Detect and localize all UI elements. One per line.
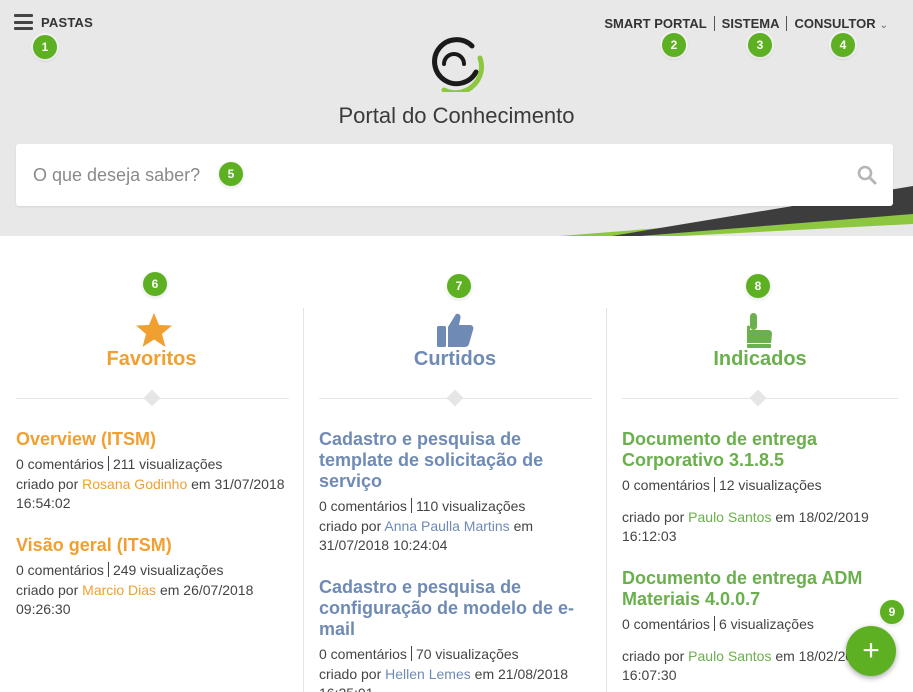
star-icon xyxy=(136,313,172,347)
author-link[interactable]: Hellen Lemes xyxy=(385,666,471,682)
portal-logo xyxy=(432,37,484,92)
comment-count: 0 comentários xyxy=(16,456,104,472)
author-link[interactable]: Marcio Dias xyxy=(82,582,156,598)
item-title-link[interactable]: Visão geral (ITSM) xyxy=(16,535,296,556)
nav-consultor[interactable]: CONSULTOR ⌄ xyxy=(787,16,895,31)
item-title-link[interactable]: Cadastro e pesquisa de configuração de m… xyxy=(319,577,599,640)
stat-separator xyxy=(107,456,109,471)
item-title-link[interactable]: Documento de entrega Corporativo 3.1.8.5 xyxy=(622,429,902,471)
author-link[interactable]: Anna Paulla Martins xyxy=(384,518,509,534)
stat-separator xyxy=(410,498,412,513)
comment-count: 0 comentários xyxy=(16,562,104,578)
list-item: Cadastro e pesquisa de configuração de m… xyxy=(319,577,599,692)
top-navigation: SMART PORTAL SISTEMA CONSULTOR ⌄ xyxy=(597,16,895,31)
liked-title: Curtidos xyxy=(413,348,497,370)
created-by-label: criado por xyxy=(319,666,382,682)
liked-column: Curtidos Cadastro e pesquisa de template… xyxy=(304,236,606,692)
created-by-label: criado por xyxy=(622,509,685,525)
chevron-down-icon: ⌄ xyxy=(879,20,888,31)
item-stats: 0 comentários 12 visualizações xyxy=(622,475,902,495)
step-badge: 7 xyxy=(447,274,471,298)
view-count: 249 visualizações xyxy=(112,562,224,578)
item-author-line: criado por Anna Paulla Martins em 31/07/… xyxy=(319,517,599,555)
recommended-column: Indicados Documento de entrega Corporati… xyxy=(607,236,913,692)
favorites-title: Favoritos xyxy=(106,348,197,370)
step-badge: 3 xyxy=(748,33,772,57)
item-stats: 0 comentários 249 visualizações xyxy=(16,560,296,580)
step-badge: 2 xyxy=(662,33,686,57)
stat-separator xyxy=(410,646,412,661)
item-author-line: criado por Marcio Dias em 26/07/2018 09:… xyxy=(16,581,296,619)
hamburger-icon xyxy=(14,14,33,30)
favorites-column: Favoritos Overview (ITSM) 0 comentários 2… xyxy=(0,236,303,692)
nav-consultor-label: CONSULTOR xyxy=(794,16,876,31)
view-count: 12 visualizações xyxy=(718,477,822,493)
search-box xyxy=(16,144,893,206)
item-title-link[interactable]: Cadastro e pesquisa de template de solic… xyxy=(319,429,599,492)
created-by-label: criado por xyxy=(16,476,79,492)
divider-diamond xyxy=(143,389,161,407)
item-title-link[interactable]: Overview (ITSM) xyxy=(16,429,296,450)
comment-count: 0 comentários xyxy=(622,477,710,493)
folders-menu-button[interactable]: PASTAS xyxy=(14,14,93,30)
created-by-label: criado por xyxy=(16,582,79,598)
item-stats: 0 comentários 110 visualizações xyxy=(319,496,599,516)
stat-separator xyxy=(107,562,109,577)
item-title-link[interactable]: Documento de entrega ADM Materiais 4.0.0… xyxy=(622,568,902,610)
author-link[interactable]: Rosana Godinho xyxy=(82,476,187,492)
item-stats: 0 comentários 70 visualizações xyxy=(319,644,599,664)
search-icon[interactable] xyxy=(857,165,877,185)
step-badge: 8 xyxy=(746,274,770,298)
nav-smart-portal[interactable]: SMART PORTAL xyxy=(597,16,713,31)
portal-title: Portal do Conhecimento xyxy=(338,103,575,128)
thumbs-up-icon xyxy=(437,313,474,347)
list-item: Overview (ITSM) 0 comentários 211 visuali… xyxy=(16,429,296,513)
stat-separator xyxy=(713,616,715,631)
comment-count: 0 comentários xyxy=(319,498,407,514)
view-count: 6 visualizações xyxy=(718,616,814,632)
step-badge: 9 xyxy=(880,600,904,624)
stat-separator xyxy=(713,477,715,492)
nav-sistema[interactable]: SISTEMA xyxy=(715,16,787,31)
view-count: 211 visualizações xyxy=(112,456,223,472)
comment-count: 0 comentários xyxy=(319,646,407,662)
pointing-hand-icon xyxy=(747,313,772,348)
divider-diamond xyxy=(749,389,767,407)
item-author-line: criado por Paulo Santos em 18/02/2019 16… xyxy=(622,508,902,546)
list-item: Visão geral (ITSM) 0 comentários 249 visu… xyxy=(16,535,296,619)
view-count: 110 visualizações xyxy=(415,498,526,514)
list-item: Cadastro e pesquisa de template de solic… xyxy=(319,429,599,555)
item-author-line: criado por Rosana Godinho em 31/07/2018 … xyxy=(16,475,296,513)
list-item: Documento de entrega Corporativo 3.1.8.5… xyxy=(622,429,902,546)
step-badge: 4 xyxy=(831,33,855,57)
comment-count: 0 comentários xyxy=(622,616,710,632)
step-badge: 5 xyxy=(219,162,243,186)
created-by-label: criado por xyxy=(622,648,685,664)
recommended-title: Indicados xyxy=(713,348,807,370)
add-button[interactable]: + xyxy=(846,626,896,676)
view-count: 70 visualizações xyxy=(415,646,519,662)
created-by-label: criado por xyxy=(319,518,382,534)
item-author-line: criado por Hellen Lemes em 21/08/2018 16… xyxy=(319,665,599,692)
step-badge: 1 xyxy=(33,35,57,59)
divider-diamond xyxy=(446,389,464,407)
item-stats: 0 comentários 211 visualizações xyxy=(16,454,296,474)
step-badge: 6 xyxy=(143,272,167,296)
author-link[interactable]: Paulo Santos xyxy=(688,648,771,664)
header: PASTAS SMART PORTAL SISTEMA CONSULTOR ⌄ P… xyxy=(0,0,913,236)
author-link[interactable]: Paulo Santos xyxy=(688,509,771,525)
folders-menu-label: PASTAS xyxy=(41,14,94,30)
search-input[interactable] xyxy=(16,144,816,206)
